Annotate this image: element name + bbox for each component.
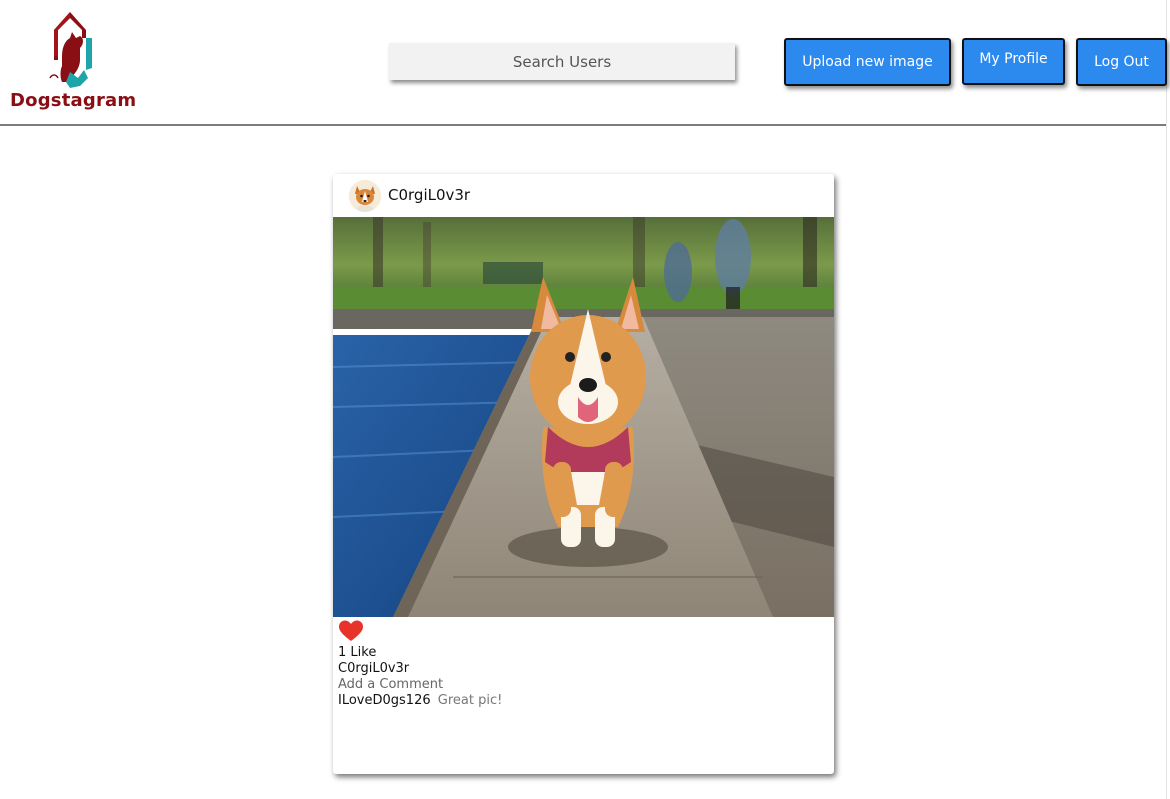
caption-username[interactable]: C0rgiL0v3r — [338, 661, 409, 676]
post-card: C0rgiL0v3r 1 Like C0rgiL0v3r Add a Comme… — [333, 174, 834, 774]
add-comment-input[interactable]: Add a Comment — [338, 677, 443, 692]
brand-name: Dogstagram — [10, 90, 137, 111]
post-header: C0rgiL0v3r — [333, 174, 834, 217]
logout-label: Log Out — [1094, 54, 1149, 70]
upload-image-label: Upload new image — [802, 54, 933, 70]
search-users-input[interactable] — [389, 43, 735, 80]
my-profile-label: My Profile — [979, 51, 1048, 67]
comment-item: ILoveD0gs126 Great pic! — [338, 693, 502, 708]
post-image[interactable] — [333, 217, 834, 617]
post-author-name[interactable]: C0rgiL0v3r — [388, 186, 470, 204]
dog-house-logo-icon — [49, 12, 92, 88]
comment-username[interactable]: ILoveD0gs126 — [338, 693, 431, 708]
logout-button[interactable]: Log Out — [1076, 38, 1167, 86]
upload-image-button[interactable]: Upload new image — [784, 38, 951, 86]
my-profile-button[interactable]: My Profile — [962, 38, 1065, 85]
comment-text: Great pic! — [437, 693, 503, 708]
author-avatar[interactable] — [349, 180, 381, 212]
likes-count[interactable]: 1 Like — [338, 645, 376, 660]
page-edge-divider — [1166, 0, 1167, 799]
corgi-avatar-icon — [349, 180, 381, 212]
heart-icon[interactable] — [338, 619, 364, 643]
top-navbar: Dogstagram Upload new image My Profile L… — [0, 0, 1167, 126]
dogstagram-logo[interactable]: Dogstagram — [10, 8, 144, 116]
corgi-photo — [333, 217, 834, 617]
